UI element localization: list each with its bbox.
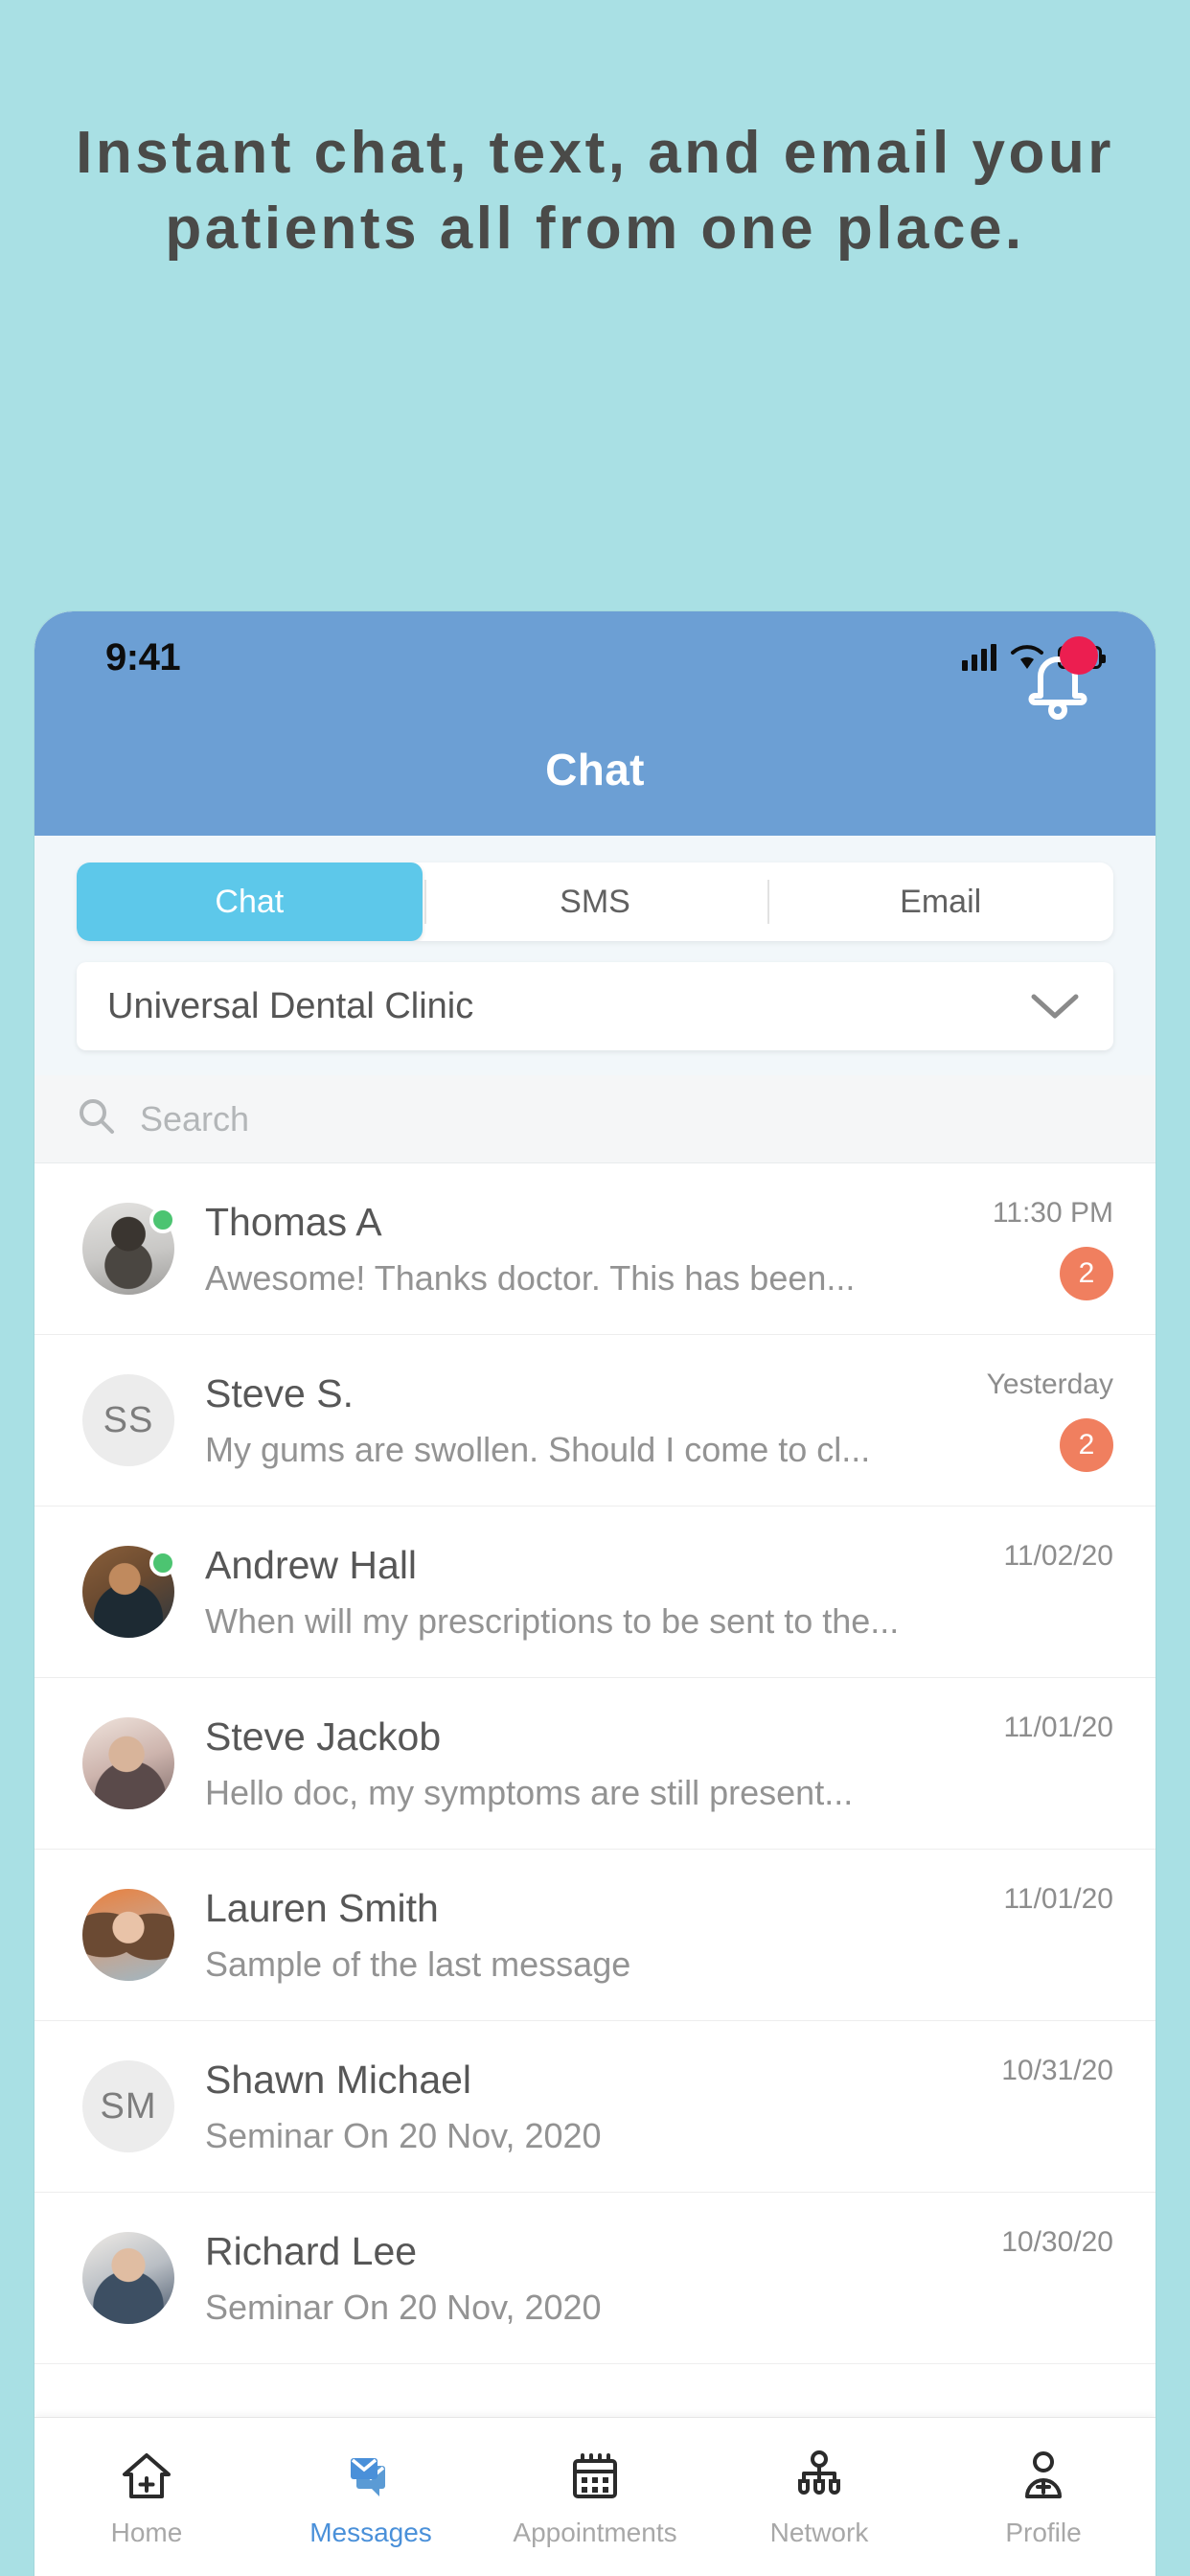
conversation-name: Lauren Smith: [205, 1885, 439, 1930]
avatar: [82, 1203, 176, 1295]
conversation-name: Thomas A: [205, 1199, 382, 1244]
avatar: [82, 1889, 174, 1981]
table-row[interactable]: SS Steve S. My gums are swollen. Should …: [34, 1335, 1156, 1506]
messages-icon: [343, 2447, 399, 2506]
conversation-name: Shawn Michael: [205, 2057, 472, 2102]
conversation-preview: My gums are swollen. Should I come to cl…: [205, 1429, 871, 1469]
conversation-preview: Seminar On 20 Nov, 2020: [205, 2287, 602, 2327]
tab-email[interactable]: Email: [767, 862, 1113, 941]
avatar: [82, 1717, 174, 1809]
conversation-time: 10/31/20: [1001, 2055, 1113, 2086]
search-input[interactable]: Search: [140, 1099, 249, 1139]
avatar-initials: SM: [82, 2060, 174, 2152]
conversation-time: 11:30 PM: [992, 1197, 1113, 1229]
conversation-name: Andrew Hall: [205, 1542, 418, 1587]
nav-label-profile: Profile: [1005, 2517, 1082, 2547]
nav-item-network[interactable]: Network: [707, 2447, 931, 2548]
conversation-list[interactable]: Thomas A Awesome! Thanks doctor. This ha…: [34, 1163, 1156, 2417]
online-status-dot: [149, 1207, 176, 1233]
nav-item-profile[interactable]: Profile: [931, 2447, 1156, 2548]
conversation-name: Richard Lee: [205, 2228, 418, 2273]
conversation-time: 11/02/20: [1003, 1540, 1113, 1572]
table-row[interactable]: Steve Jackob Hello doc, my symptoms are …: [34, 1678, 1156, 1850]
avatar: SS: [82, 1374, 174, 1466]
nav-item-appointments[interactable]: Appointments: [483, 2447, 707, 2548]
promo-headline: Instant chat, text, and email your patie…: [76, 120, 1114, 263]
header-title-row: Chat: [34, 703, 1156, 836]
table-row[interactable]: Thomas A Awesome! Thanks doctor. This ha…: [34, 1163, 1156, 1335]
bottom-navigation: Home Messages Appointments Network Profi…: [34, 2417, 1156, 2576]
avatar: SM: [82, 2060, 174, 2152]
phone-mockup: 9:41 Chat Chat SMS Email Universal Denta…: [34, 611, 1156, 2576]
conversation-preview: Hello doc, my symptoms are still present…: [205, 1772, 854, 1812]
tab-chat[interactable]: Chat: [77, 862, 423, 941]
nav-item-home[interactable]: Home: [34, 2447, 259, 2548]
conversation-preview: Sample of the last message: [205, 1944, 631, 1984]
chevron-down-icon: [1029, 991, 1081, 1022]
avatar: [82, 2232, 174, 2324]
clinic-area: Universal Dental Clinic: [34, 962, 1156, 1075]
search-bar[interactable]: Search: [34, 1075, 1156, 1163]
clinic-select[interactable]: Universal Dental Clinic: [77, 962, 1113, 1050]
table-row[interactable]: Richard Lee Seminar On 20 Nov, 2020 10/3…: [34, 2193, 1156, 2364]
notifications-button[interactable]: [1012, 632, 1104, 724]
nav-label-messages: Messages: [309, 2517, 432, 2547]
conversation-name: Steve Jackob: [205, 1714, 442, 1759]
table-row[interactable]: Andrew Hall When will my prescriptions t…: [34, 1506, 1156, 1678]
tabs-area: Chat SMS Email: [34, 836, 1156, 962]
app-header: 9:41 Chat: [34, 611, 1156, 836]
conversation-preview: Awesome! Thanks doctor. This has been...: [205, 1257, 856, 1298]
online-status-dot: [149, 1550, 176, 1576]
conversation-time: 11/01/20: [1003, 1712, 1113, 1743]
table-row[interactable]: Lauren Smith Sample of the last message …: [34, 1850, 1156, 2021]
nav-label-home: Home: [110, 2517, 183, 2547]
conversation-time: 10/30/20: [1001, 2226, 1113, 2258]
network-icon: [791, 2447, 847, 2506]
notification-badge-dot: [1060, 636, 1098, 675]
conversation-name: Steve S.: [205, 1370, 354, 1415]
unread-badge: 2: [1060, 1418, 1113, 1472]
conversation-preview: When will my prescriptions to be sent to…: [205, 1600, 900, 1641]
search-icon: [77, 1096, 117, 1141]
avatar: [82, 1546, 176, 1638]
profile-medical-icon: [1016, 2447, 1071, 2506]
home-medical-icon: [119, 2447, 174, 2506]
cellular-signal-icon: [962, 644, 996, 671]
calendar-icon: [567, 2447, 623, 2506]
nav-item-messages[interactable]: Messages: [259, 2447, 483, 2548]
status-bar-time: 9:41: [105, 635, 181, 678]
channel-tabs: Chat SMS Email: [77, 862, 1113, 941]
table-row[interactable]: SM Shawn Michael Seminar On 20 Nov, 2020…: [34, 2021, 1156, 2193]
clinic-select-value: Universal Dental Clinic: [107, 985, 474, 1026]
conversation-time: 11/01/20: [1003, 1883, 1113, 1915]
page-title: Chat: [545, 745, 645, 794]
conversation-preview: Seminar On 20 Nov, 2020: [205, 2115, 602, 2155]
unread-badge: 2: [1060, 1247, 1113, 1300]
nav-label-appointments: Appointments: [513, 2517, 677, 2547]
conversation-time: Yesterday: [986, 1368, 1113, 1400]
status-bar: 9:41: [34, 611, 1156, 703]
nav-label-network: Network: [769, 2517, 869, 2547]
tab-sms[interactable]: SMS: [423, 862, 768, 941]
avatar-initials: SS: [82, 1374, 174, 1466]
